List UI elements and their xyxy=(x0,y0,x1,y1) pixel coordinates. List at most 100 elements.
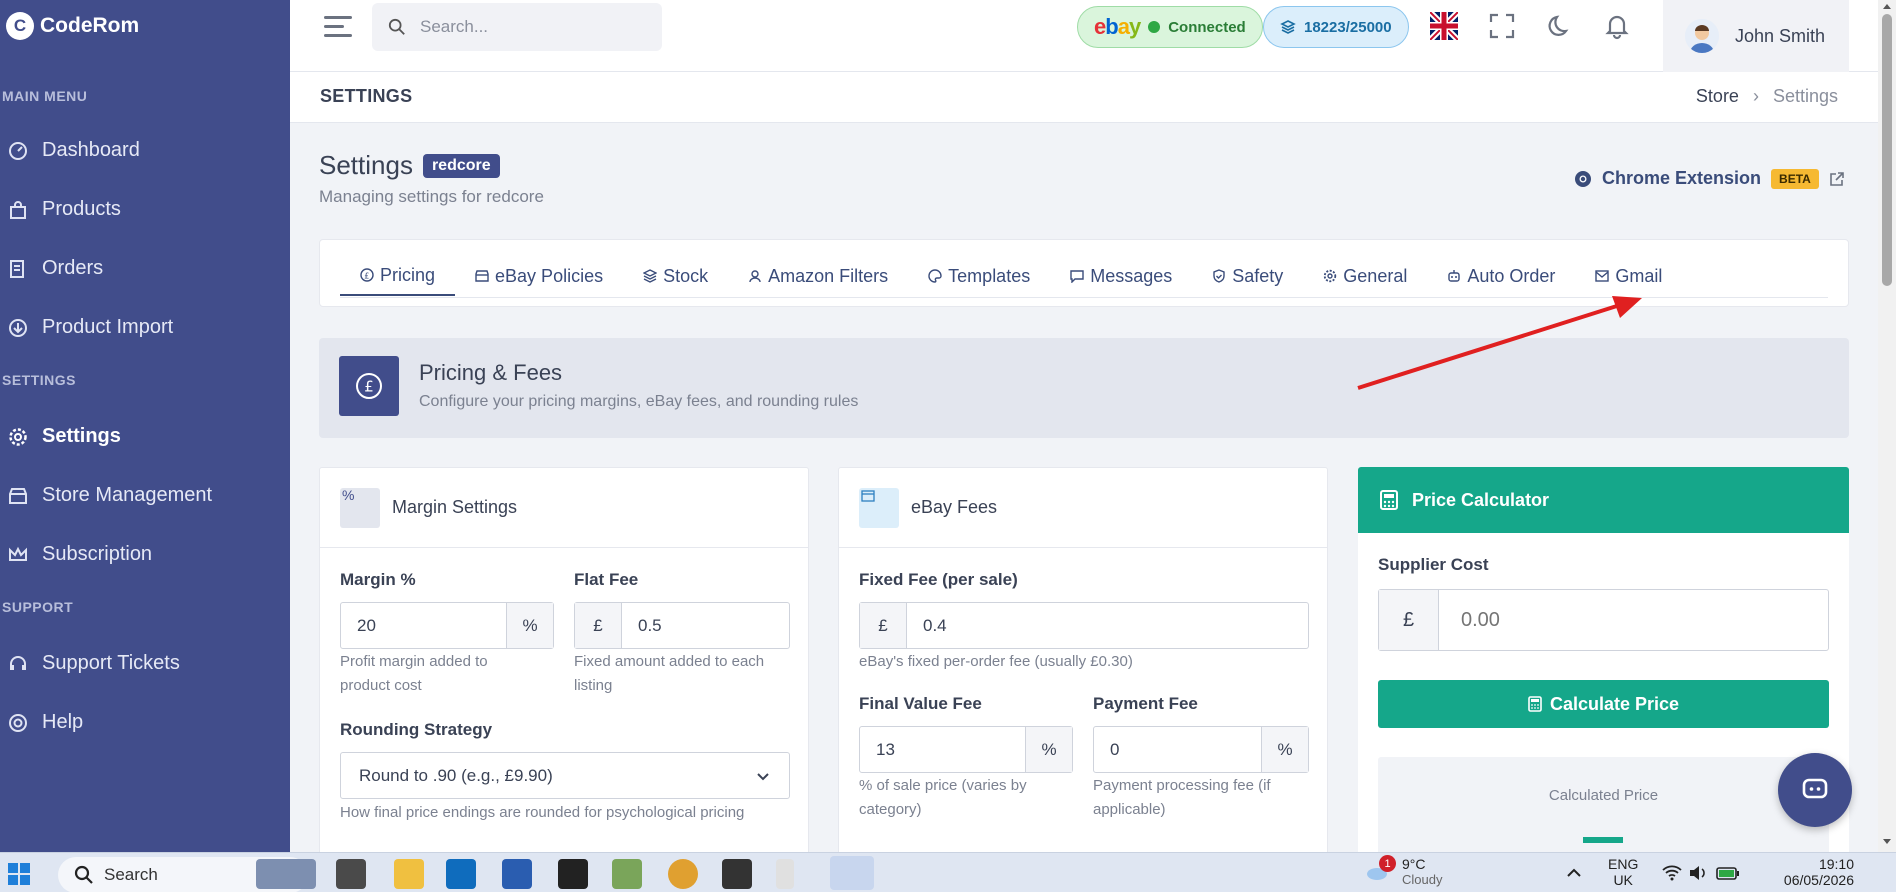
tab-templates[interactable]: Templates xyxy=(908,256,1050,296)
calculate-price-button[interactable]: Calculate Price xyxy=(1378,680,1829,728)
volume-icon[interactable] xyxy=(1688,865,1708,881)
lifebuoy-icon xyxy=(9,713,27,732)
weather-icon[interactable]: 1 xyxy=(1365,855,1396,883)
tab-auto-order[interactable]: Auto Order xyxy=(1427,256,1575,296)
banner-icon-symbol: £ xyxy=(364,378,374,396)
tab-ebay-policies[interactable]: eBay Policies xyxy=(455,256,623,296)
breadcrumb-store[interactable]: Store xyxy=(1696,86,1739,107)
fixed-fee-input[interactable] xyxy=(907,603,1308,648)
taskbar-app-chrome-active-icon[interactable] xyxy=(830,856,874,890)
taskbar-app-powershell-icon[interactable] xyxy=(502,859,532,889)
beta-badge: BETA xyxy=(1771,168,1819,189)
store-badge: redcore xyxy=(422,153,500,178)
payment-fee-help: Payment processing fee (if applicable) xyxy=(1093,777,1271,818)
payment-fee-label: Payment Fee xyxy=(1093,694,1198,713)
bell-icon[interactable] xyxy=(1603,12,1631,40)
rounding-select[interactable]: Round to .90 (e.g., £9.90) xyxy=(340,752,790,799)
taskbar-app-chrome-icon[interactable] xyxy=(668,859,698,889)
tab-label: Pricing xyxy=(380,264,436,285)
sidebar-item-settings[interactable]: Settings xyxy=(8,425,121,448)
quota-badge[interactable]: 18223/25000 xyxy=(1263,6,1409,48)
supplier-cost-input[interactable] xyxy=(1439,590,1828,650)
status-dot-icon xyxy=(1148,21,1161,33)
battery-icon[interactable] xyxy=(1716,865,1740,881)
tab-messages[interactable]: Messages xyxy=(1050,256,1192,296)
tab-gmail[interactable]: Gmail xyxy=(1575,256,1682,296)
wifi-icon[interactable] xyxy=(1662,865,1682,881)
user-name: John Smith xyxy=(1735,25,1826,46)
sidebar-item-dashboard[interactable]: Dashboard xyxy=(8,139,140,162)
message-icon xyxy=(1070,270,1084,283)
taskbar-app-outlook-icon[interactable] xyxy=(446,859,476,889)
margin-label: Margin % xyxy=(340,570,416,589)
tab-amazon-filters[interactable]: Amazon Filters xyxy=(728,256,908,296)
tab-general[interactable]: General xyxy=(1303,256,1427,296)
sidebar-item-subscription[interactable]: Subscription xyxy=(8,543,152,566)
sidebar-item-product-import[interactable]: Product Import xyxy=(8,316,173,339)
scrollbar-thumb[interactable] xyxy=(1882,14,1892,286)
rounding-selected-value: Round to .90 (e.g., £9.90) xyxy=(359,765,553,785)
tab-stock[interactable]: Stock xyxy=(623,256,728,296)
calculator-title: Price Calculator xyxy=(1412,489,1550,510)
taskbar-app-console-icon[interactable] xyxy=(722,859,752,889)
taskbar-app-folder-icon[interactable] xyxy=(394,859,424,889)
sidebar-item-label: Settings xyxy=(42,425,121,447)
fullscreen-icon[interactable] xyxy=(1488,12,1516,40)
sidebar-item-store-management[interactable]: Store Management xyxy=(8,484,212,507)
pound-addon: £ xyxy=(1379,590,1439,650)
flat-fee-label: Flat Fee xyxy=(574,570,639,589)
margin-help: Profit margin added to product cost xyxy=(340,653,488,694)
taskbar-app-task-view-icon[interactable] xyxy=(336,859,366,889)
settings-title-row: Settings redcore xyxy=(319,150,500,181)
flat-fee-input[interactable] xyxy=(622,603,789,648)
store-icon xyxy=(9,487,27,504)
menu-section-main: MAIN MENU xyxy=(2,88,88,104)
pound-addon: £ xyxy=(860,603,907,648)
margin-settings-card: % Margin Settings Margin % % Profit marg… xyxy=(319,467,809,867)
pound-icon: £ xyxy=(360,268,374,282)
windows-start-icon[interactable] xyxy=(8,863,30,885)
chat-support-button[interactable] xyxy=(1778,753,1852,827)
hamburger-menu-icon[interactable] xyxy=(324,16,352,38)
download-icon xyxy=(9,318,27,337)
payment-fee-input[interactable] xyxy=(1094,727,1261,772)
final-value-fee-input[interactable] xyxy=(860,727,1025,772)
headset-icon xyxy=(10,655,26,670)
search-input[interactable] xyxy=(420,17,640,37)
cog-icon xyxy=(1324,269,1337,283)
scroll-down-icon[interactable] xyxy=(1882,838,1892,846)
moon-icon[interactable] xyxy=(1546,12,1574,40)
sidebar-item-label: Orders xyxy=(42,257,104,279)
ebay-connection-status[interactable]: ebay Connected xyxy=(1077,6,1263,48)
page-scrollbar[interactable] xyxy=(1878,0,1896,852)
sidebar-item-products[interactable]: Products xyxy=(8,198,121,221)
search-box[interactable] xyxy=(372,3,662,51)
taskbar-app-notepad-icon[interactable] xyxy=(612,859,642,889)
chrome-icon xyxy=(1575,170,1591,187)
taskbar-app-terminal-icon[interactable] xyxy=(558,859,588,889)
taskbar-app-misc-icon[interactable] xyxy=(776,859,794,889)
sidebar-item-help[interactable]: Help xyxy=(8,711,83,734)
chrome-extension-link[interactable]: Chrome Extension BETA xyxy=(1574,168,1845,189)
language-indicator[interactable]: ENG UK xyxy=(1608,856,1638,888)
sidebar-item-orders[interactable]: Orders xyxy=(8,257,103,280)
taskbar-app-photo-icon[interactable] xyxy=(256,859,316,889)
tab-pricing[interactable]: £ Pricing xyxy=(340,256,456,296)
user-icon xyxy=(749,270,761,283)
scroll-up-icon[interactable] xyxy=(1882,2,1892,10)
sidebar-item-support-tickets[interactable]: Support Tickets xyxy=(8,652,180,675)
ebay-status-text: Connected xyxy=(1168,18,1246,36)
settings-tabs: £ Pricing eBay Policies Stock Amazon Fil… xyxy=(319,239,1849,307)
sidebar: C CodeRom MAIN MENU Dashboard Products O… xyxy=(0,0,290,852)
brand-logo[interactable]: C CodeRom xyxy=(6,12,139,40)
tab-label: Gmail xyxy=(1615,265,1663,286)
clock[interactable]: 19:10 06/05/2026 xyxy=(1764,856,1854,888)
uk-flag-icon[interactable] xyxy=(1430,12,1458,40)
chevron-up-icon[interactable] xyxy=(1566,867,1582,877)
user-menu[interactable]: John Smith xyxy=(1663,0,1849,72)
sidebar-item-label: Help xyxy=(42,711,84,733)
margin-input[interactable] xyxy=(341,603,506,648)
clock-date: 06/05/2026 xyxy=(1783,872,1854,888)
tab-safety[interactable]: Safety xyxy=(1192,256,1303,296)
calculator-header: Price Calculator xyxy=(1358,467,1849,533)
